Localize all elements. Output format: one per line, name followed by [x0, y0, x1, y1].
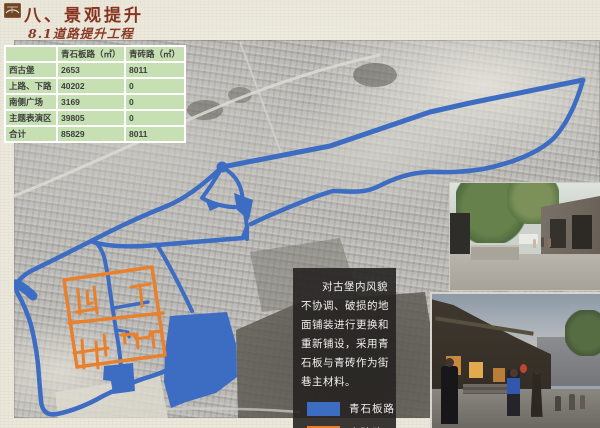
table-cell: 0 [126, 79, 186, 95]
brick-road-lines [64, 267, 165, 368]
table-header-cell: 青砖路（㎡） [126, 45, 186, 63]
photo-tree [565, 310, 600, 356]
header: 八、景观提升 8.1道路提升工程 [0, 0, 600, 40]
page-subtitle: 8.1道路提升工程 [28, 23, 134, 42]
table-cell: 0 [126, 111, 186, 127]
table-row: 南侧广场 3169 0 [4, 95, 186, 111]
table-row: 西古堡 2653 8011 [4, 63, 186, 79]
seal-logo-icon [4, 3, 21, 18]
note-text: 对古堡内风貌不协调、破损的地面铺装进行更换和重新铺设，采用青石板与青砖作为街巷主… [301, 278, 389, 392]
photo-lit-window [493, 368, 505, 382]
quantity-table: 青石板路（㎡） 青砖路（㎡） 西古堡 2653 8011 上路、下路 40202… [4, 45, 186, 143]
table-header-row: 青石板路（㎡） 青砖路（㎡） [4, 45, 186, 63]
table-row-label: 合计 [4, 127, 58, 143]
photo-steps [463, 384, 511, 393]
photo-pedestrian [555, 396, 561, 411]
table-cell: 40202 [58, 79, 126, 95]
table-cell: 0 [126, 95, 186, 111]
table-cell: 39805 [58, 111, 126, 127]
table-row-label: 西古堡 [4, 63, 58, 79]
photo-pedestrian [548, 238, 551, 247]
legend-item-stone-road: 青石板路 [307, 401, 396, 416]
photo-pedestrian [507, 370, 520, 416]
table-row: 上路、下路 40202 0 [4, 79, 186, 95]
legend-label: 青石板路 [349, 401, 395, 416]
table-cell: 8011 [126, 127, 186, 143]
photo-dusk-street [430, 292, 600, 428]
table-header-cell [4, 45, 58, 63]
photo-pedestrian [541, 237, 544, 247]
table-cell: 8011 [126, 63, 186, 79]
stone-road-swatch [307, 402, 340, 416]
table-row-label: 南侧广场 [4, 95, 58, 111]
photo-pedestrian [569, 394, 575, 410]
table-header-cell: 青石板路（㎡） [58, 45, 126, 63]
note-box: 对古堡内风貌不协调、破损的地面铺装进行更换和重新铺设，采用青石板与青砖作为街巷主… [293, 268, 396, 428]
table-cell: 3169 [58, 95, 126, 111]
table-cell: 85829 [58, 127, 126, 143]
photo-pedestrian [580, 395, 585, 409]
photo-window [550, 219, 567, 248]
table-row: 主题表演区 39805 0 [4, 111, 186, 127]
photo-pedestrian [533, 239, 536, 248]
photo-planter-bench [471, 245, 519, 260]
table-row-label: 主题表演区 [4, 111, 58, 127]
photo-lit-window [469, 362, 483, 378]
photo-window [572, 215, 592, 249]
table-row: 合计 85829 8011 [4, 127, 186, 143]
table-cell: 2653 [58, 63, 126, 79]
slide: 八、景观提升 8.1道路提升工程 青石板路（㎡） 青砖路（㎡） 西古堡 2653… [0, 0, 600, 428]
table-row-label: 上路、下路 [4, 79, 58, 95]
photo-pedestrian [441, 366, 458, 424]
photo-stone-street [449, 182, 600, 291]
